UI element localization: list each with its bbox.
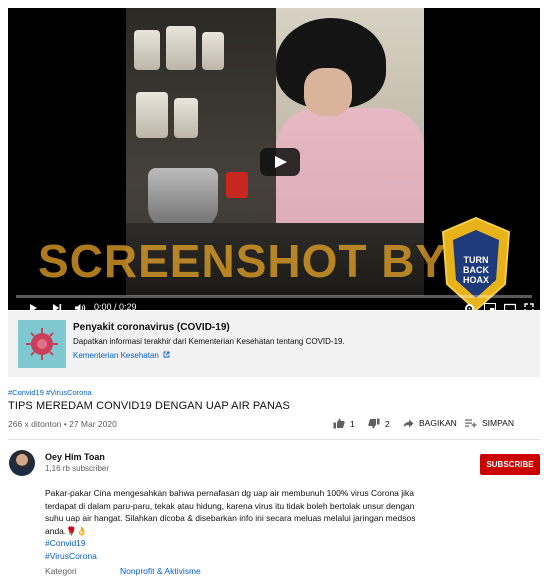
time-display: 0:00 / 0:29 bbox=[94, 302, 137, 310]
channel-avatar[interactable] bbox=[9, 450, 35, 476]
info-panel-description: Dapatkan informasi terakhir dari Kemente… bbox=[73, 337, 345, 346]
kettle bbox=[148, 168, 218, 228]
video-description: Pakar-pakar Cina mengesahkan bahwa perna… bbox=[45, 487, 416, 563]
description-line: anda.🌹👌 bbox=[45, 525, 88, 536]
share-button[interactable]: BAGIKAN bbox=[403, 418, 457, 428]
channel-name[interactable]: Oey Him Toan bbox=[45, 452, 105, 462]
info-panel-link[interactable]: Kementerian Kesehatan bbox=[73, 351, 170, 360]
player-controls: 0:00 / 0:29 bbox=[16, 300, 534, 310]
like-count: 1 bbox=[350, 418, 355, 429]
thumbs-down-icon bbox=[368, 418, 380, 429]
subscriber-count: 1,16 rb subscriber bbox=[45, 464, 110, 473]
next-icon[interactable] bbox=[52, 300, 62, 310]
center-play-button[interactable] bbox=[260, 148, 300, 176]
fullscreen-icon[interactable] bbox=[524, 300, 534, 310]
view-count-date: 266 x ditonton • 27 Mar 2020 bbox=[8, 419, 117, 429]
info-panel-link-label[interactable]: Kementerian Kesehatan bbox=[73, 351, 159, 360]
subscribe-button[interactable]: SUBSCRIBE bbox=[480, 454, 540, 475]
play-icon[interactable] bbox=[28, 300, 38, 310]
dislike-count: 2 bbox=[385, 418, 390, 429]
screenshot-watermark: SCREENSHOT BY bbox=[38, 235, 448, 287]
theater-mode-icon[interactable] bbox=[504, 300, 516, 310]
description-hashtag[interactable]: #Convid19 bbox=[45, 537, 405, 550]
svg-text:HOAX: HOAX bbox=[463, 275, 489, 285]
save-label: SIMPAN bbox=[482, 418, 514, 428]
covid-info-panel: Penyakit coronavirus (COVID-19) Dapatkan… bbox=[8, 311, 540, 377]
svg-text:BACK: BACK bbox=[463, 265, 489, 275]
volume-icon[interactable] bbox=[74, 300, 86, 310]
category-link[interactable]: Nonprofit & Aktivisme bbox=[120, 566, 201, 576]
progress-bar[interactable] bbox=[16, 295, 532, 298]
info-panel-title: Penyakit coronavirus (COVID-19) bbox=[73, 322, 230, 333]
svg-text:TURN: TURN bbox=[464, 255, 489, 265]
category-label: Kategori bbox=[45, 566, 77, 576]
like-button[interactable]: 1 bbox=[333, 418, 355, 429]
description-line: terdapat di dalam paru-paru, tekak atau … bbox=[45, 500, 415, 511]
video-title: TIPS MEREDAM CONVID19 DENGAN UAP AIR PAN… bbox=[8, 400, 290, 412]
external-link-icon bbox=[163, 351, 170, 358]
divider bbox=[8, 439, 540, 440]
description-hashtag[interactable]: #VirusCorona bbox=[45, 550, 405, 563]
playlist-add-icon bbox=[465, 419, 477, 427]
coronavirus-image bbox=[18, 320, 66, 368]
video-hashtags[interactable]: #Convid19 #VirusCorona bbox=[8, 388, 92, 397]
save-button[interactable]: SIMPAN bbox=[465, 418, 514, 428]
share-icon bbox=[403, 419, 414, 427]
thumbs-up-icon bbox=[333, 418, 345, 429]
settings-icon[interactable] bbox=[464, 300, 475, 310]
description-line: suhu uap air hangat. Silahkan dicoba & d… bbox=[45, 513, 416, 523]
miniplayer-icon[interactable] bbox=[484, 300, 496, 310]
video-player[interactable]: SCREENSHOT BY TURN BACK HOAX 0:00 / 0:29 bbox=[8, 8, 540, 310]
description-line: Pakar-pakar Cina mengesahkan bahwa perna… bbox=[45, 488, 415, 498]
share-label: BAGIKAN bbox=[419, 418, 457, 428]
dislike-button[interactable]: 2 bbox=[368, 418, 390, 429]
